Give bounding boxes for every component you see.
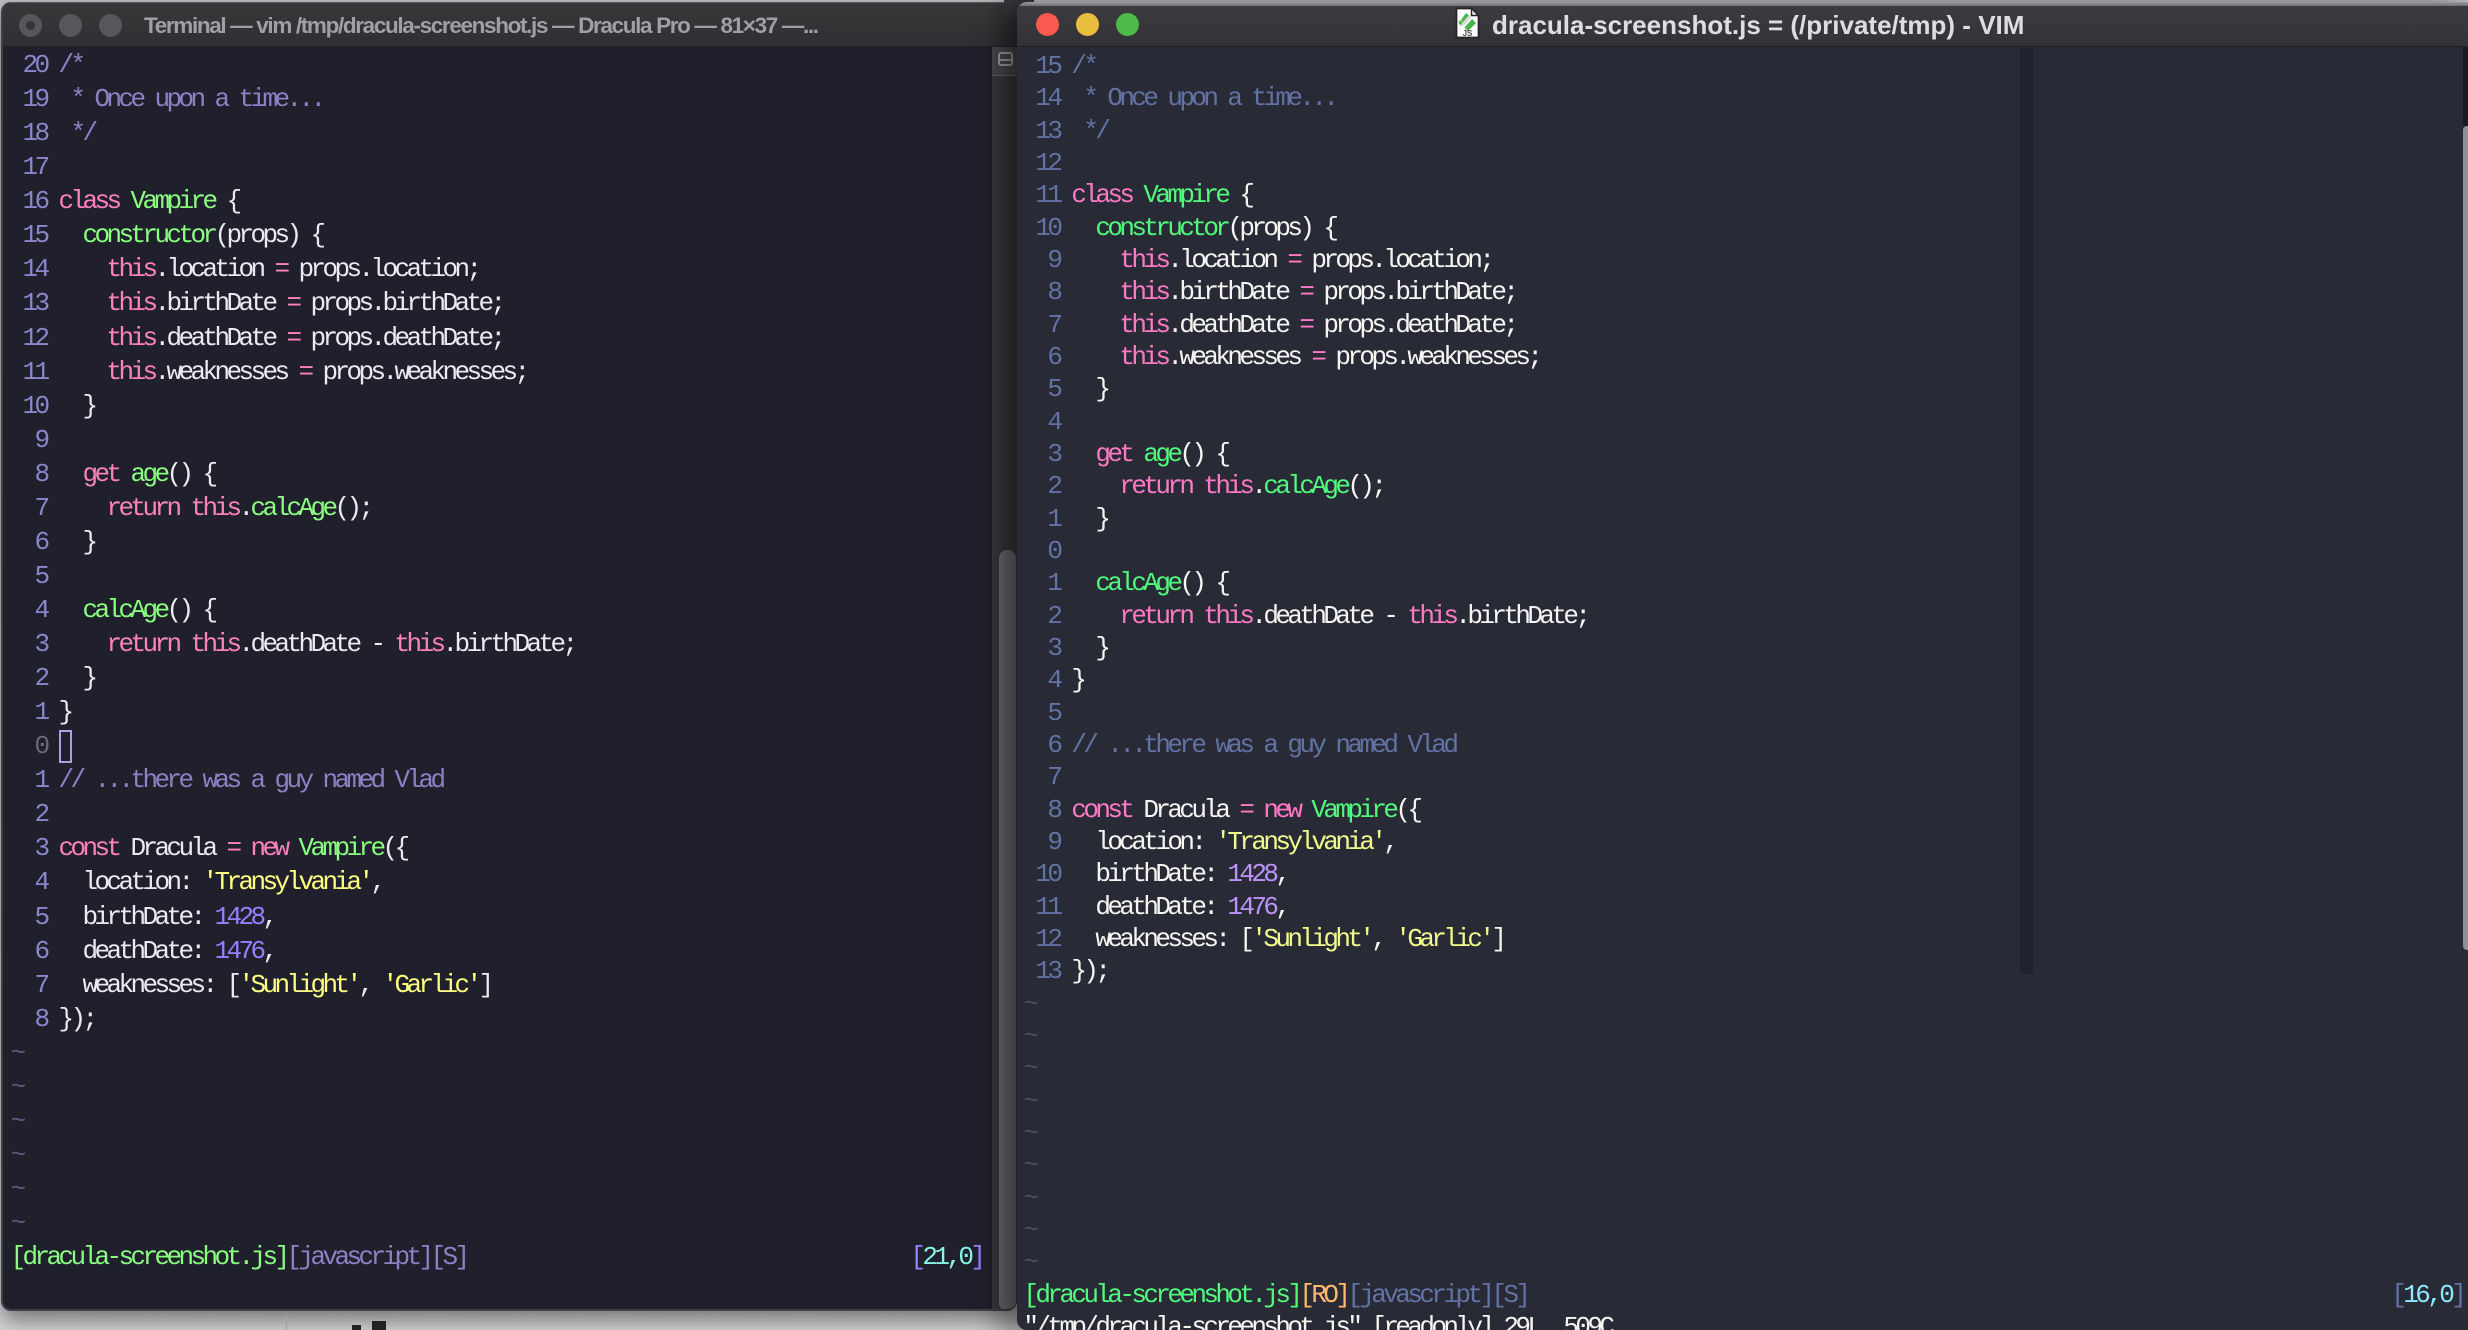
svg-text:JS: JS xyxy=(1463,29,1473,38)
